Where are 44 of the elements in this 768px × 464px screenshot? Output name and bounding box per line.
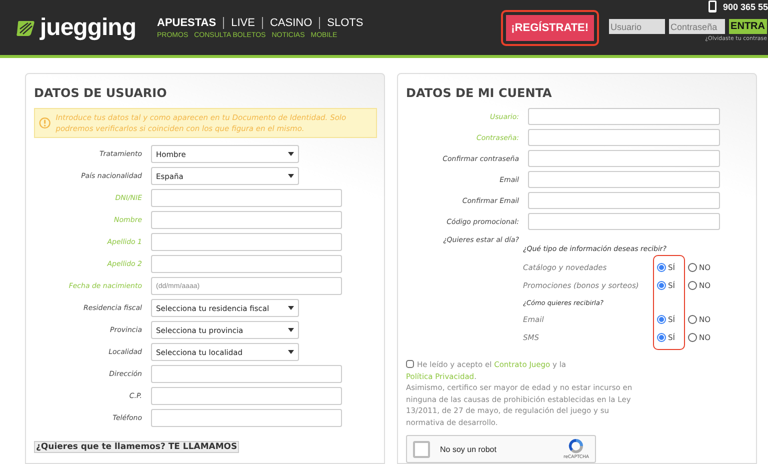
- input-field[interactable]: [528, 213, 720, 230]
- caret-icon: [288, 152, 294, 156]
- terms-checkbox[interactable]: [406, 360, 414, 368]
- nav-link[interactable]: SLOTS: [319, 16, 370, 28]
- captcha-label: No soy un robot: [440, 444, 498, 454]
- nav-link[interactable]: APUESTAS: [157, 16, 224, 28]
- nav-link[interactable]: LIVE: [223, 16, 262, 28]
- logo-icon: [16, 18, 36, 36]
- radio-button[interactable]: [657, 281, 666, 290]
- input-field[interactable]: [151, 233, 342, 251]
- caret-icon: [288, 350, 294, 354]
- radio-button[interactable]: [688, 333, 697, 342]
- panel-title: DATOS DE MI CUENTA: [406, 86, 553, 100]
- input-field[interactable]: [528, 171, 720, 188]
- input-field[interactable]: [151, 211, 342, 229]
- input-field[interactable]: [151, 189, 342, 207]
- password-field[interactable]: Contraseña: [668, 19, 725, 34]
- input-field[interactable]: [528, 150, 720, 167]
- recaptcha-icon: [567, 438, 586, 454]
- phone-number: 900 365 55: [722, 2, 768, 12]
- input-field[interactable]: [528, 192, 720, 209]
- radio-button[interactable]: [657, 333, 666, 342]
- caret-icon: [288, 174, 294, 178]
- callback-link[interactable]: ¿Quieres que te llamemos? TE LLAMAMOS: [34, 441, 240, 453]
- caret-icon: [288, 328, 294, 332]
- captcha-checkbox[interactable]: [413, 440, 430, 458]
- input-field[interactable]: [151, 387, 342, 405]
- logo-text[interactable]: juegging: [40, 14, 136, 42]
- radio-button[interactable]: [657, 263, 666, 272]
- register-button[interactable]: ¡REGÍSTRATE!: [506, 14, 594, 40]
- input-field[interactable]: [151, 409, 342, 427]
- caret-icon: [288, 306, 294, 310]
- radio-button[interactable]: [688, 281, 697, 290]
- input-field[interactable]: [528, 108, 720, 125]
- username-field[interactable]: Usuario: [608, 19, 665, 34]
- radio-button[interactable]: [688, 263, 697, 272]
- radio-button[interactable]: [688, 315, 697, 324]
- nav-link[interactable]: CASINO: [262, 16, 320, 28]
- radio-button[interactable]: [657, 315, 666, 324]
- input-field[interactable]: [151, 365, 342, 383]
- login-button[interactable]: ENTRA: [728, 19, 767, 34]
- input-field[interactable]: [151, 255, 342, 273]
- panel-title: DATOS DE USUARIO: [34, 86, 168, 100]
- input-field[interactable]: [528, 129, 720, 146]
